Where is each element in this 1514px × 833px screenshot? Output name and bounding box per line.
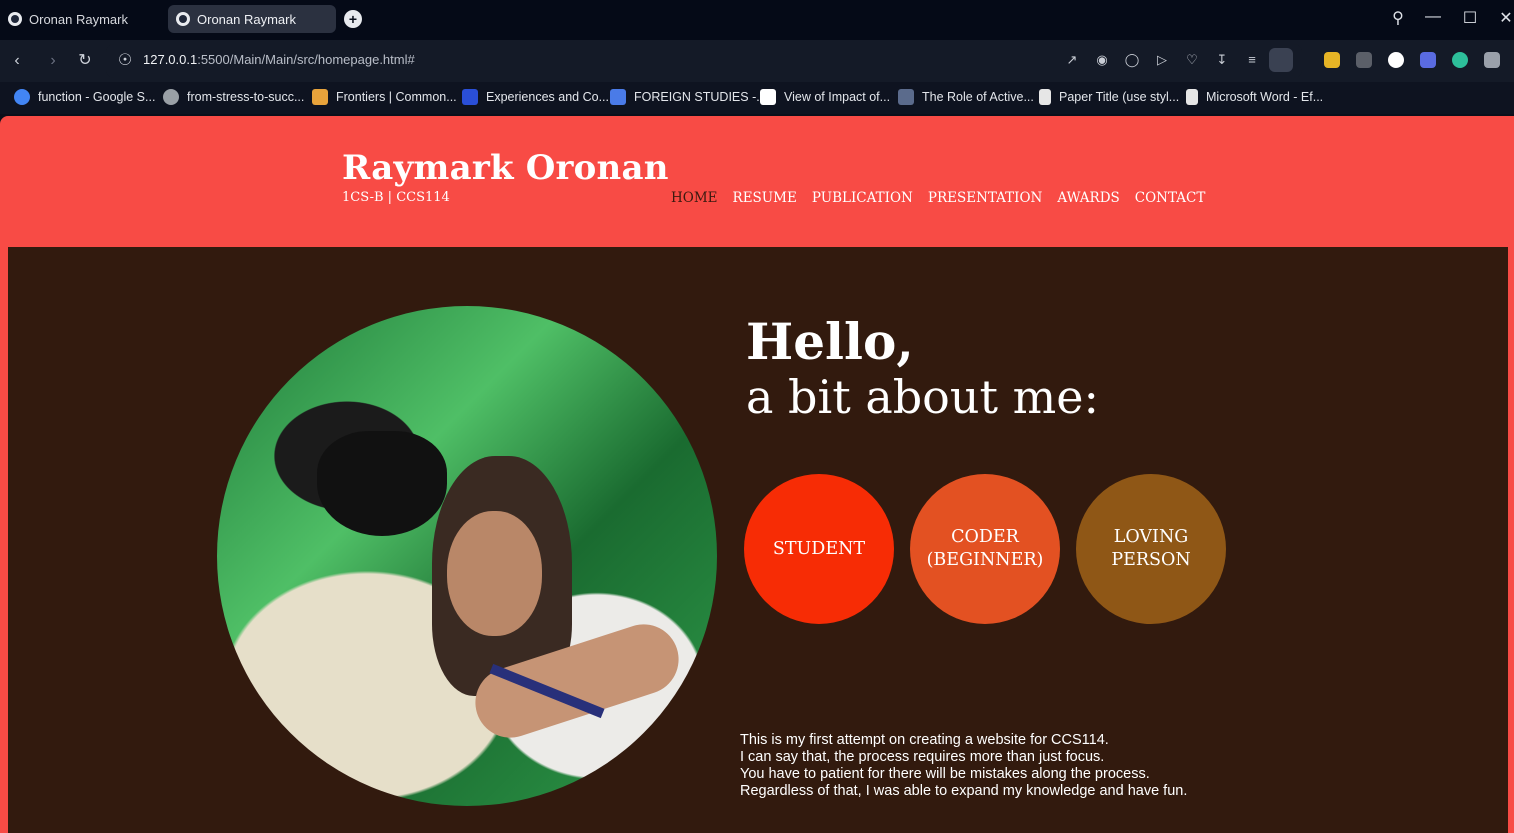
- new-tab-button[interactable]: +: [344, 10, 362, 28]
- tab-title: Oronan Raymark: [197, 11, 296, 27]
- bookmark-item[interactable]: Frontiers | Common...: [312, 89, 457, 105]
- google-docs-icon: [610, 89, 626, 105]
- forward-button[interactable]: ›: [42, 50, 64, 72]
- bookmark-label: Paper Title (use styl...: [1059, 90, 1180, 104]
- about-section: Hello, a bit about me: STUDENT CODER (BE…: [8, 247, 1508, 833]
- about-line: This is my first attempt on creating a w…: [740, 732, 1109, 748]
- url-host: 127.0.0.1: [143, 52, 198, 67]
- nav-resume[interactable]: RESUME: [733, 190, 797, 206]
- nav-presentation[interactable]: PRESENTATION: [928, 190, 1043, 206]
- extensions-icon[interactable]: [1484, 52, 1500, 68]
- nav-awards[interactable]: AWARDS: [1057, 190, 1119, 206]
- browser-tab-active[interactable]: Oronan Raymark: [168, 5, 336, 33]
- download-icon[interactable]: ↧: [1214, 52, 1230, 68]
- minimize-button[interactable]: —: [1421, 8, 1445, 26]
- close-window-button[interactable]: ✕: [1494, 8, 1514, 28]
- nav-home[interactable]: HOME: [671, 190, 718, 206]
- google-icon: [14, 89, 30, 105]
- bookmark-label: FOREIGN STUDIES -...: [634, 90, 767, 104]
- profile-photo: [217, 306, 717, 806]
- about-line: You have to patient for there will be mi…: [740, 766, 1150, 782]
- site-info-icon[interactable]: ☉: [114, 50, 136, 72]
- bookmark-item[interactable]: FOREIGN STUDIES -...: [610, 89, 767, 105]
- profile-avatar[interactable]: [1269, 48, 1293, 72]
- nav-publication[interactable]: PUBLICATION: [812, 190, 913, 206]
- pkp-icon: [760, 89, 776, 105]
- browser-tab-bar: Oronan Raymark Oronan Raymark + ⚲ — ☐ ✕: [0, 0, 1514, 40]
- maximize-button[interactable]: ☐: [1458, 8, 1482, 28]
- heart-icon[interactable]: ♡: [1184, 52, 1200, 68]
- trait-loving-person: LOVING PERSON: [1076, 474, 1226, 624]
- tab-title: Oronan Raymark: [29, 11, 128, 27]
- file-icon: [1039, 89, 1051, 105]
- hero-heading: a bit about me:: [746, 370, 1099, 424]
- site-subtitle: 1CS-B | CCS114: [342, 190, 450, 205]
- play-icon[interactable]: ▷: [1154, 52, 1170, 68]
- bookmark-label: from-stress-to-succ...: [187, 90, 305, 104]
- bookmark-label: View of Impact of...: [784, 90, 891, 104]
- bookmark-item[interactable]: Microsoft Word - Ef...: [1186, 89, 1323, 105]
- main-nav: HOME RESUME PUBLICATION PRESENTATION AWA…: [671, 190, 1205, 206]
- bookmark-item[interactable]: View of Impact of...: [760, 89, 890, 105]
- arrow-bookmark-icon: [898, 89, 914, 105]
- menu-list-icon[interactable]: ≡: [1244, 52, 1260, 68]
- a-extension-icon[interactable]: [1452, 52, 1468, 68]
- site-title: Raymark Oronan: [342, 148, 669, 188]
- speaker-extension-icon[interactable]: [1420, 52, 1436, 68]
- bookmark-label: Experiences and Co...: [486, 90, 609, 104]
- cube-extension-icon[interactable]: [1324, 52, 1340, 68]
- trait-coder: CODER (BEGINNER): [910, 474, 1060, 624]
- hero-greeting: Hello,: [746, 312, 914, 371]
- search-tabs-icon[interactable]: ⚲: [1386, 8, 1410, 28]
- frontiers-icon: [312, 89, 328, 105]
- url-text[interactable]: 127.0.0.1:5500/Main/Main/src/homepage.ht…: [143, 52, 415, 67]
- about-line: Regardless of that, I was able to expand…: [740, 783, 1188, 799]
- share-icon[interactable]: ↗: [1064, 52, 1080, 68]
- bookmark-label: The Role of Active...: [922, 90, 1034, 104]
- camera-icon[interactable]: ◉: [1094, 52, 1110, 68]
- about-line: I can say that, the process requires mor…: [740, 749, 1105, 765]
- about-text: This is my first attempt on creating a w…: [740, 732, 1187, 800]
- browser-tab[interactable]: Oronan Raymark: [0, 5, 162, 33]
- globe-icon: [8, 12, 22, 26]
- record-extension-icon[interactable]: [1388, 52, 1404, 68]
- journal-icon: [462, 89, 478, 105]
- bookmark-label: Microsoft Word - Ef...: [1206, 90, 1324, 104]
- trait-student: STUDENT: [744, 474, 894, 624]
- bookmark-item[interactable]: Paper Title (use styl...: [1039, 89, 1179, 105]
- bookmark-label: function - Google S...: [38, 90, 156, 104]
- bookmark-item[interactable]: Experiences and Co...: [462, 89, 609, 105]
- web-page: Raymark Oronan 1CS-B | CCS114 HOME RESUM…: [0, 116, 1514, 833]
- bookmark-label: Frontiers | Common...: [336, 90, 457, 104]
- url-path: :5500/Main/Main/src/homepage.html#: [197, 52, 415, 67]
- photo-detail: [447, 511, 542, 636]
- file-icon: [1186, 89, 1198, 105]
- bookmark-item[interactable]: from-stress-to-succ...: [163, 89, 304, 105]
- bookmark-item[interactable]: The Role of Active...: [898, 89, 1034, 105]
- shield-icon[interactable]: ◯: [1124, 52, 1140, 68]
- reload-button[interactable]: ↻: [74, 50, 96, 72]
- globe-icon: [176, 12, 190, 26]
- bookmark-item[interactable]: function - Google S...: [14, 89, 155, 105]
- photo-detail: [317, 431, 447, 536]
- page-icon: [163, 89, 179, 105]
- nav-contact[interactable]: CONTACT: [1135, 190, 1206, 206]
- g-extension-icon[interactable]: [1356, 52, 1372, 68]
- back-button[interactable]: ‹: [6, 50, 28, 72]
